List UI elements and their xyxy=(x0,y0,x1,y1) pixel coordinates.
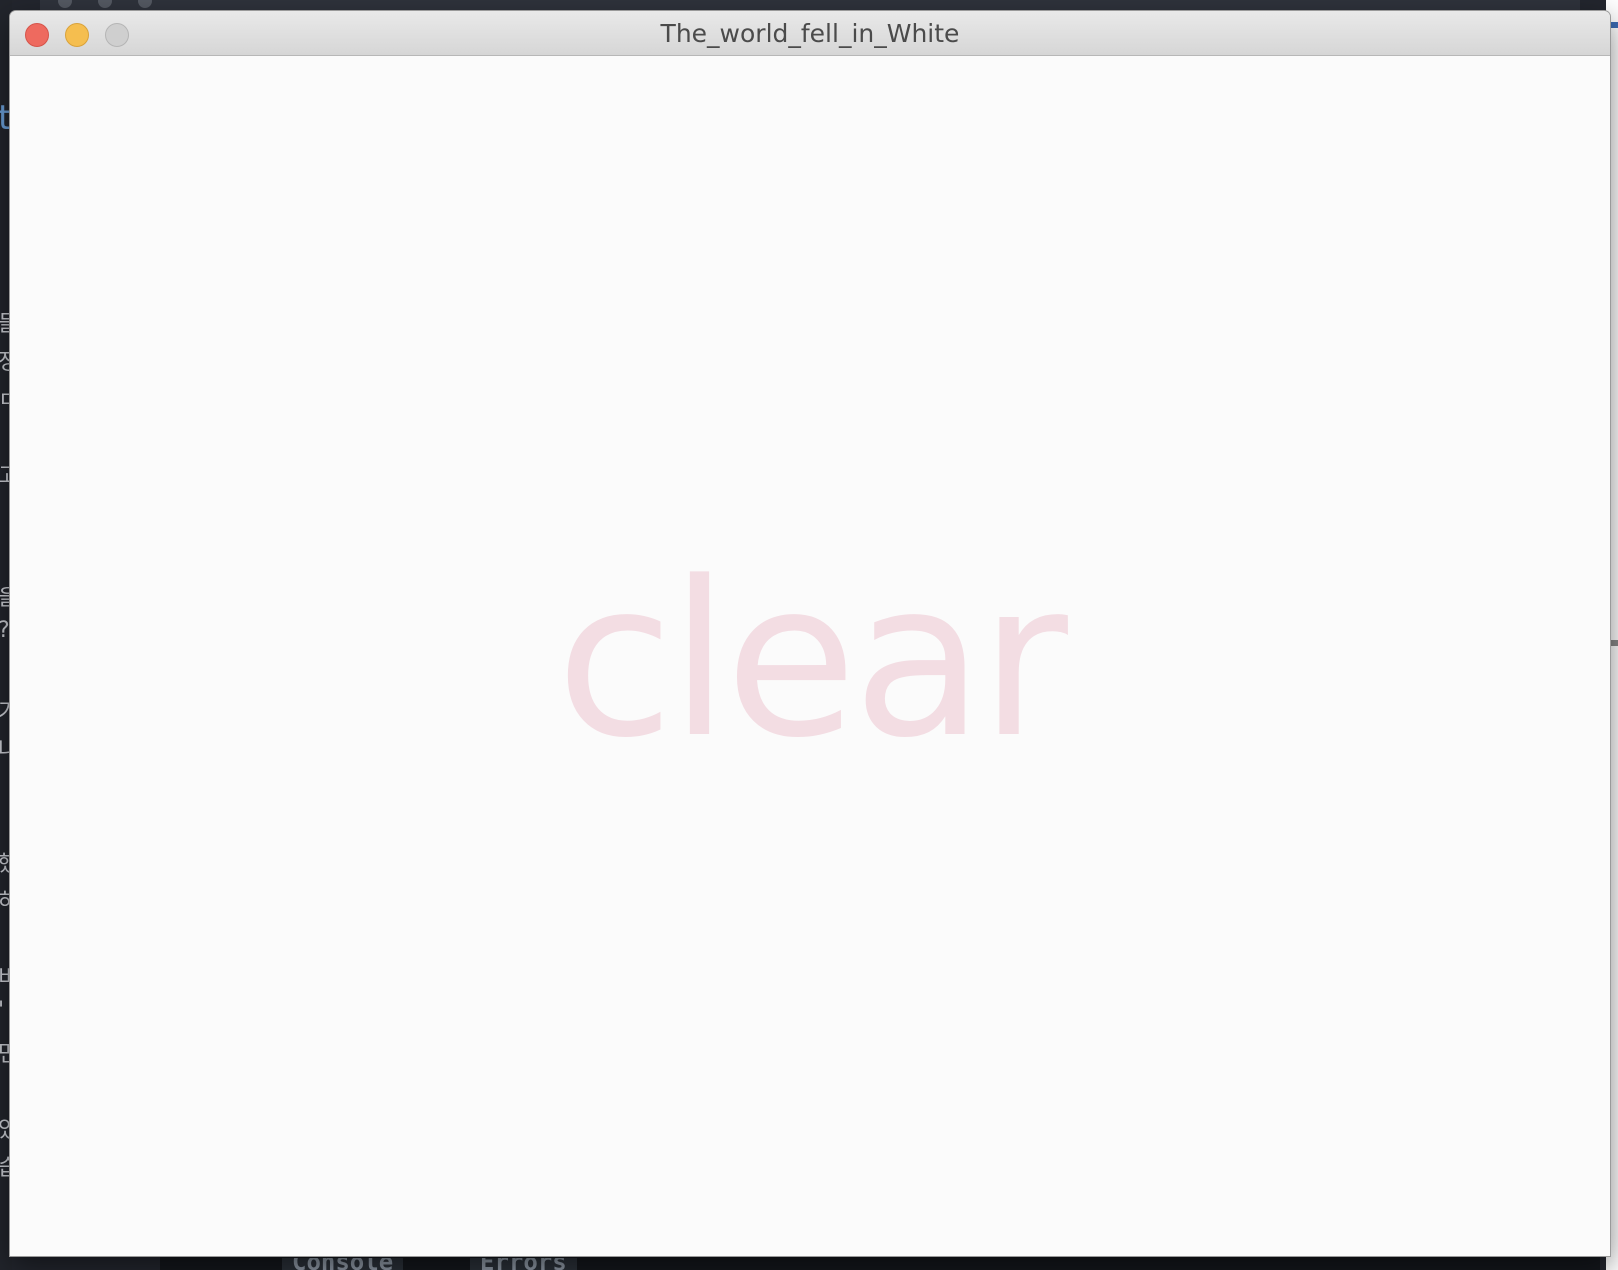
background-errors-tab: Errors xyxy=(470,1258,577,1270)
game-window: The_world_fell_in_White clear xyxy=(10,11,1610,1256)
background-dot-icon xyxy=(98,0,112,8)
window-title: The_world_fell_in_White xyxy=(660,19,960,48)
background-dot-icon xyxy=(138,0,152,8)
game-canvas[interactable]: clear xyxy=(10,56,1610,1256)
background-console-tab: Console xyxy=(282,1258,404,1270)
background-dot-icon xyxy=(58,0,72,8)
background-text-fragment: ' xyxy=(0,998,4,1023)
window-titlebar[interactable]: The_world_fell_in_White xyxy=(10,11,1610,56)
clear-message: clear xyxy=(556,536,1068,785)
background-text-fragment: ? xyxy=(0,618,10,643)
background-window-strip xyxy=(40,0,1580,10)
